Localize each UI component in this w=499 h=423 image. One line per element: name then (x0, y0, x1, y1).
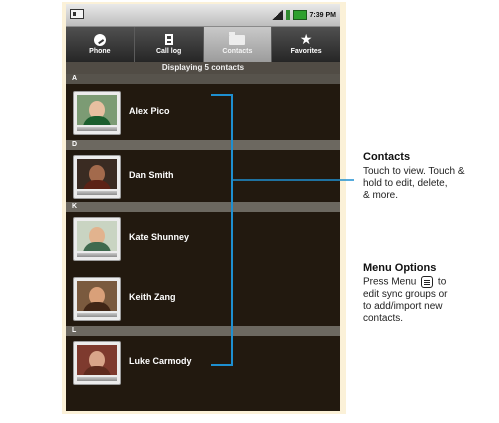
menu-options-callout-line-2: edit sync groups or (363, 289, 448, 300)
menu-options-callout-title: Menu Options (363, 262, 437, 274)
contacts-callout-line-2: hold to edit, delete, (363, 178, 448, 189)
menu-options-text-after: to (437, 276, 447, 288)
menu-key-icon (421, 276, 434, 288)
menu-options-callout-line-1: Press Menu to (363, 276, 446, 288)
contacts-callout-line-1: Touch to view. Touch & (363, 166, 465, 177)
menu-options-text-before: Press Menu (363, 276, 417, 288)
callout-bracket (211, 94, 354, 366)
contacts-callout-title: Contacts (363, 151, 411, 163)
menu-options-callout-line-4: contacts. (363, 313, 404, 324)
menu-options-callout-line-3: to add/import new (363, 301, 443, 312)
bracket-line (211, 94, 233, 366)
contacts-callout-line-3: & more. (363, 190, 399, 201)
